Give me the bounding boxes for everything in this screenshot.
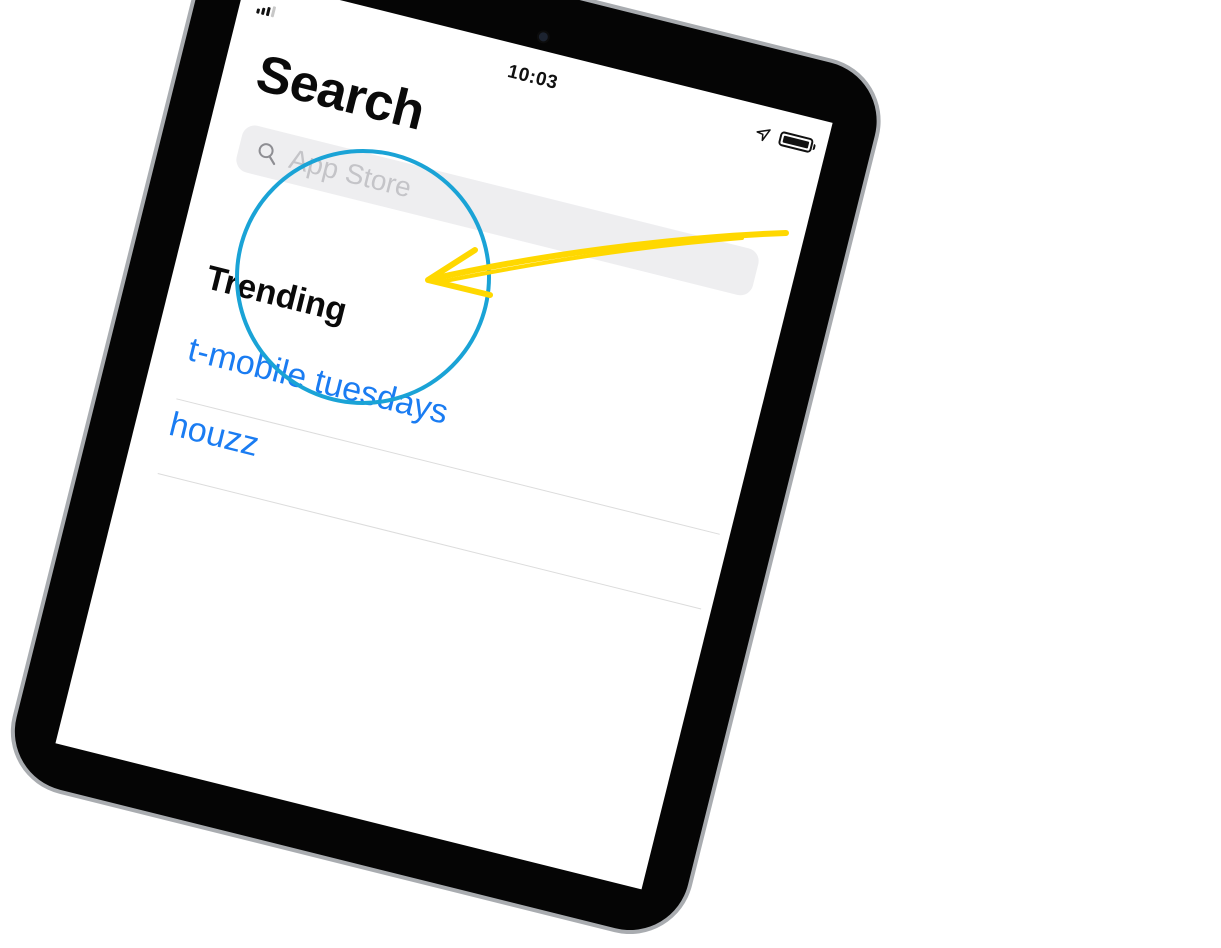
- trending-list: t-mobile tuesdays houzz: [157, 324, 739, 610]
- search-input[interactable]: [283, 141, 723, 283]
- trending-heading: Trending: [202, 258, 351, 331]
- tablet-device: 10:03 Search Trending t-mobile tuesdays: [0, 0, 895, 948]
- search-icon: [258, 143, 276, 166]
- search-bar[interactable]: [233, 122, 762, 299]
- page-title: Search: [250, 44, 431, 142]
- location-arrow-icon: [756, 128, 771, 141]
